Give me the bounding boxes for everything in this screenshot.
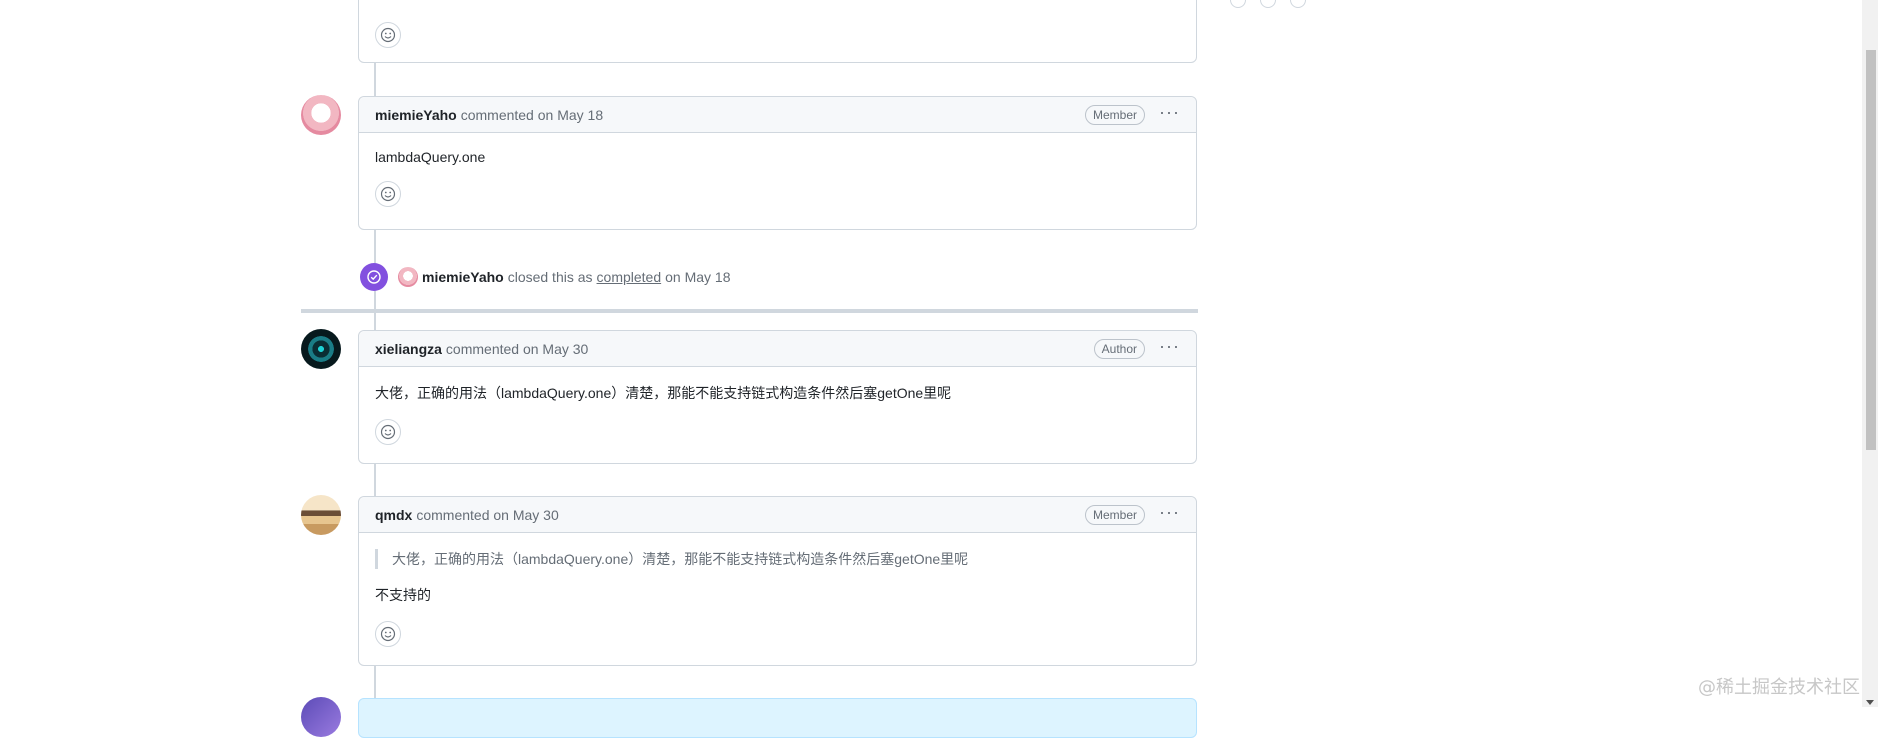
avatar-miemieyaho[interactable] <box>301 95 341 135</box>
comment-meta[interactable]: commented on May 30 <box>416 507 558 523</box>
more-options-button[interactable]: ··· <box>1159 103 1180 123</box>
role-badge: Author <box>1093 338 1146 359</box>
timeline-divider <box>301 309 1198 313</box>
comment-header: miemieYaho commented on May 18 Member ··… <box>359 97 1196 133</box>
add-reaction-button[interactable] <box>375 22 401 48</box>
stub-icon-2 <box>1260 0 1276 8</box>
comment-card-4 <box>358 698 1197 738</box>
event-actor-avatar[interactable] <box>398 267 418 287</box>
stub-icon-3 <box>1290 0 1306 8</box>
comment-card-2: xieliangza commented on May 30 Author ··… <box>358 330 1197 464</box>
comment-meta[interactable]: commented on May 30 <box>446 341 588 357</box>
scroll-down-arrow-icon[interactable] <box>1866 700 1874 705</box>
comment-text: lambdaQuery.one <box>375 149 486 165</box>
comment-body: 大佬，正确的用法（lambdaQuery.one）清楚，那能不能支持链式构造条件… <box>359 367 1196 461</box>
comment-author[interactable]: miemieYaho <box>375 107 457 123</box>
comment-author[interactable]: qmdx <box>375 507 412 523</box>
smiley-icon <box>380 27 396 43</box>
comment-header: qmdx commented on May 30 Member ··· <box>359 497 1196 533</box>
event-actor[interactable]: miemieYaho <box>422 269 504 285</box>
comment-meta[interactable]: commented on May 18 <box>461 107 603 123</box>
check-circle-icon <box>367 270 381 284</box>
comment-card-3: qmdx commented on May 30 Member ··· 大佬，正… <box>358 496 1197 666</box>
add-reaction-button[interactable] <box>375 181 401 207</box>
quoted-reply: 大佬，正确的用法（lambdaQuery.one）清楚，那能不能支持链式构造条件… <box>375 549 1180 569</box>
smiley-icon <box>380 424 396 440</box>
add-reaction-button[interactable] <box>375 419 401 445</box>
role-badge: Member <box>1085 504 1146 525</box>
event-text-before: closed this as <box>507 269 593 285</box>
smiley-icon <box>380 626 396 642</box>
comment-body: 大佬，正确的用法（lambdaQuery.one）清楚，那能不能支持链式构造条件… <box>359 533 1196 663</box>
avatar-next-commenter[interactable] <box>301 697 341 737</box>
top-reaction-stubs <box>1230 0 1306 8</box>
smiley-icon <box>380 186 396 202</box>
role-badge: Member <box>1085 104 1146 125</box>
page-scrollbar[interactable] <box>1862 0 1878 707</box>
comment-author[interactable]: xieliangza <box>375 341 442 357</box>
completed-link[interactable]: completed <box>597 269 662 285</box>
watermark: @稀土掘金技术社区 <box>1698 677 1860 698</box>
event-text-after[interactable]: on May 18 <box>665 269 730 285</box>
comment-text: 大佬，正确的用法（lambdaQuery.one）清楚，那能不能支持链式构造条件… <box>375 385 952 401</box>
comment-card-1: miemieYaho commented on May 18 Member ··… <box>358 96 1197 230</box>
more-options-button[interactable]: ··· <box>1159 337 1180 357</box>
closed-completed-badge <box>360 263 388 291</box>
add-reaction-button[interactable] <box>375 621 401 647</box>
more-options-button[interactable]: ··· <box>1159 503 1180 523</box>
scrollbar-thumb[interactable] <box>1866 50 1876 450</box>
comment-header: xieliangza commented on May 30 Author ··… <box>359 331 1196 367</box>
stub-icon-1 <box>1230 0 1246 8</box>
close-event: miemieYaho closed this as completed on M… <box>360 263 731 291</box>
comment-text: 不支持的 <box>375 587 431 603</box>
avatar-xieliangza[interactable] <box>301 329 341 369</box>
comment-body: lambdaQuery.one <box>359 133 1196 223</box>
comment-card-0 <box>358 0 1197 63</box>
avatar-qmdx[interactable] <box>301 495 341 535</box>
